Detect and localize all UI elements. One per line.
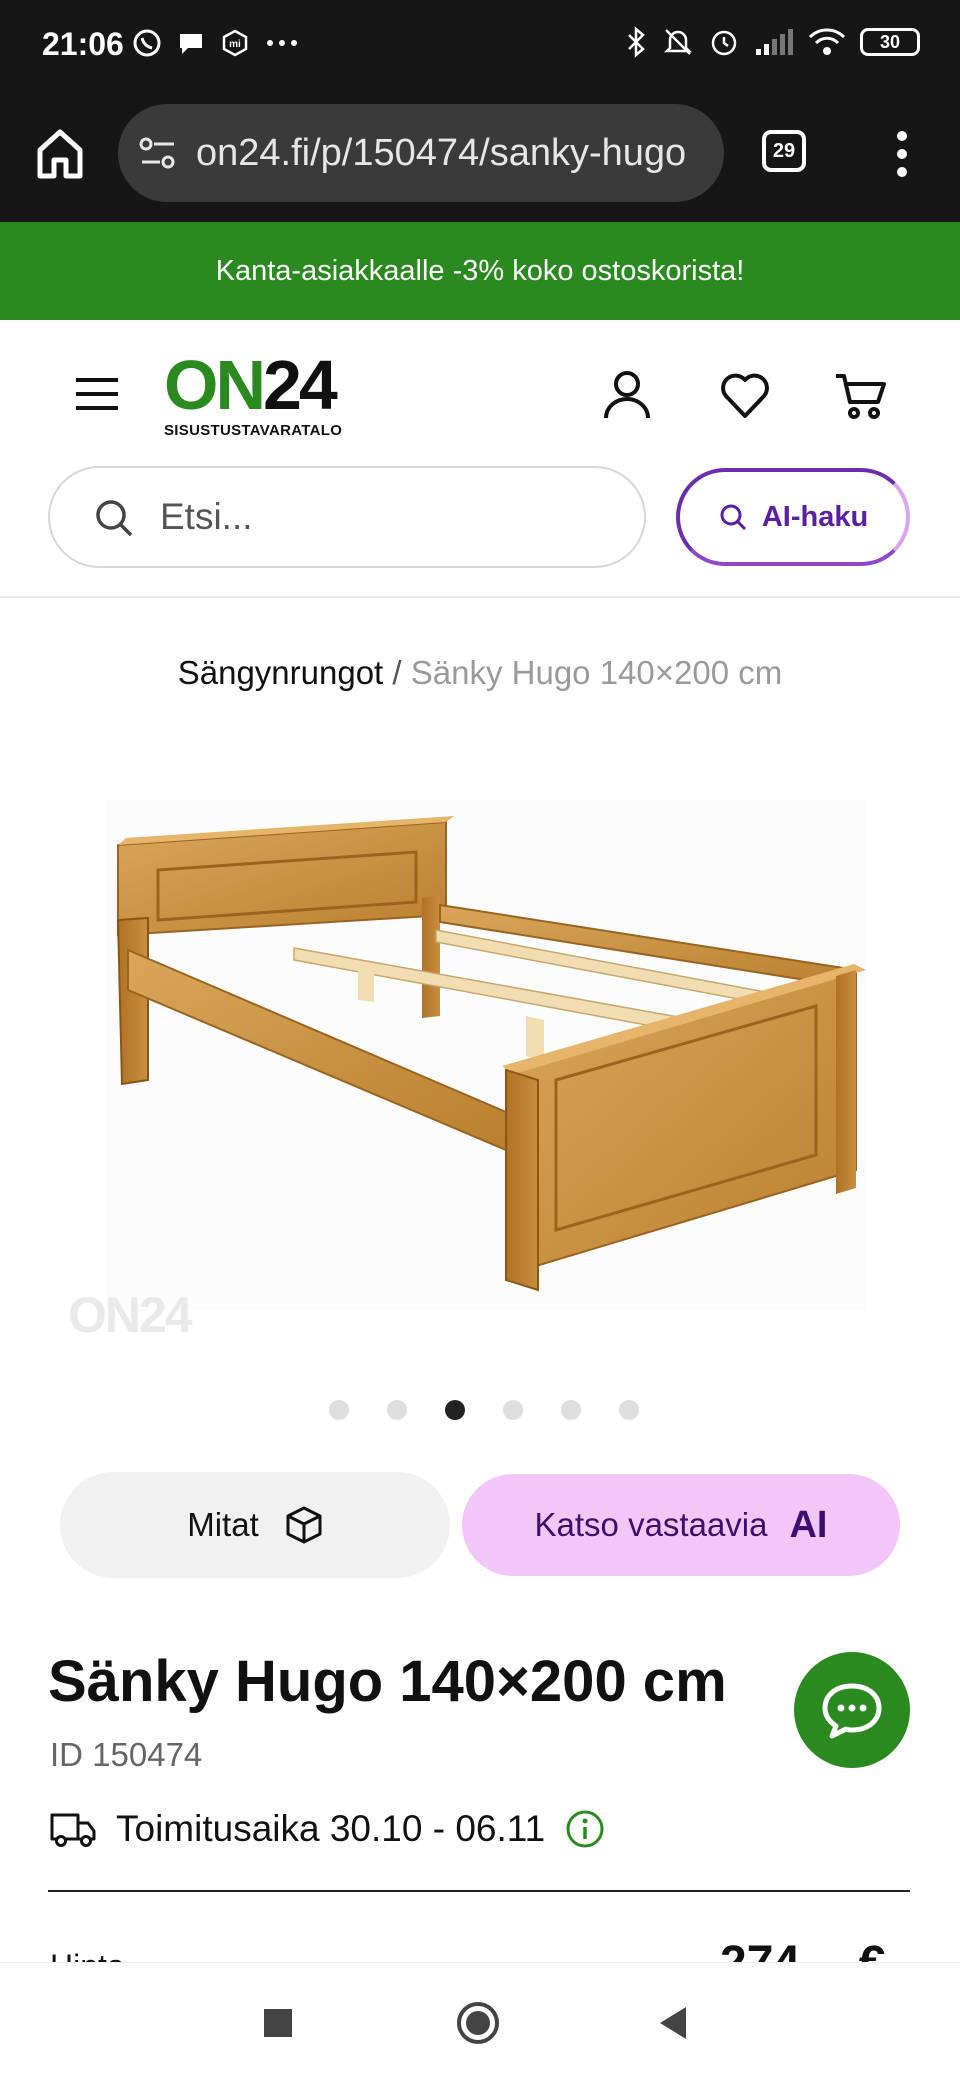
browser-toolbar: on24.fi/p/150474/sanky-hugo 29 (0, 90, 960, 222)
battery-level: 30 (879, 31, 901, 52)
search-box[interactable] (48, 466, 646, 568)
info-divider (48, 1890, 910, 1892)
delivery-info: Toimitusaika 30.10 - 06.11 (50, 1808, 605, 1850)
delivery-truck-icon (50, 1813, 96, 1847)
product-title: Sänky Hugo 140×200 cm (48, 1649, 727, 1714)
gallery-dot[interactable] (619, 1400, 639, 1420)
heart-icon[interactable] (718, 368, 772, 422)
status-time: 21:06 (42, 26, 124, 62)
cart-icon[interactable] (834, 368, 888, 422)
logo-24: 24 (263, 346, 338, 424)
user-icon[interactable] (600, 368, 654, 422)
wifi-icon (808, 28, 846, 55)
gallery-dot[interactable] (387, 1400, 407, 1420)
status-right-icons: 30 (624, 26, 920, 58)
chat-icon (822, 1683, 882, 1739)
back-icon[interactable] (652, 2001, 696, 2045)
gallery-dot[interactable] (503, 1400, 523, 1420)
bluetooth-icon (628, 26, 645, 58)
alarm-icon (711, 30, 737, 56)
site-logo[interactable]: ON24 SISUSTUSTAVARATALO (164, 350, 342, 439)
ai-search-button[interactable]: AI-haku (676, 468, 910, 566)
chat-button[interactable] (794, 1652, 910, 1768)
browser-menu-icon[interactable] (882, 126, 922, 182)
site-header: ON24 SISUSTUSTAVARATALO (0, 320, 960, 460)
status-bar: 21:06 mi 30 (0, 0, 960, 90)
battery-icon: 30 (860, 28, 920, 56)
logo-subtitle: SISUSTUSTAVARATALO (164, 422, 343, 439)
product-image[interactable] (66, 770, 894, 1350)
address-bar[interactable]: on24.fi/p/150474/sanky-hugo (118, 104, 724, 202)
whatsapp-icon (133, 29, 161, 57)
tab-count: 29 (772, 139, 796, 162)
gallery-pagination (0, 1400, 960, 1420)
delivery-text: Toimitusaika 30.10 - 06.11 (116, 1808, 546, 1849)
more-dots-icon (267, 40, 297, 46)
logo-on: ON (164, 346, 266, 424)
find-similar-label: Katso vastaavia (534, 1506, 768, 1543)
mi-icon: mi (222, 29, 248, 57)
gallery-dot-active[interactable] (445, 1400, 465, 1420)
price-value: 274,-- € (720, 1940, 885, 1964)
search-icon (96, 500, 133, 537)
breadcrumb-current: Sänky Hugo 140×200 cm (410, 654, 783, 691)
site-settings-icon[interactable] (138, 134, 178, 172)
header-divider (0, 596, 960, 598)
url-text[interactable]: on24.fi/p/150474/sanky-hugo (196, 132, 706, 175)
image-watermark: ON24 (68, 1287, 193, 1343)
breadcrumb-parent[interactable]: Sängynrungot (178, 654, 384, 691)
search-input[interactable] (160, 492, 600, 542)
dimensions-label: Mitat (187, 1506, 259, 1543)
breadcrumb-separator: / (392, 654, 402, 691)
find-similar-button[interactable]: Katso vastaavia AI (462, 1474, 900, 1576)
promo-text: Kanta-asiakkaalle -3% koko ostoskorista! (215, 254, 745, 287)
tab-switcher-button[interactable]: 29 (762, 130, 806, 172)
ai-search-label: AI-haku (761, 500, 869, 533)
home-icon[interactable] (34, 126, 86, 182)
svg-text:mi: mi (229, 39, 241, 50)
recents-icon[interactable] (256, 2001, 300, 2045)
system-nav-bar (0, 1962, 960, 2080)
promo-banner[interactable]: Kanta-asiakkaalle -3% koko ostoskorista! (0, 222, 960, 320)
menu-icon[interactable] (74, 376, 120, 412)
chat-bubble-icon (180, 34, 202, 54)
search-icon (720, 504, 746, 531)
info-icon[interactable] (565, 1809, 605, 1849)
dimensions-button[interactable]: Mitat (60, 1472, 450, 1578)
cube-icon (286, 1506, 322, 1544)
signal-icon (756, 29, 793, 55)
home-nav-icon[interactable] (456, 2001, 500, 2045)
gallery-dot[interactable] (561, 1400, 581, 1420)
gallery-dot[interactable] (329, 1400, 349, 1420)
bell-off-icon (663, 29, 693, 55)
status-left-icons: mi (132, 28, 300, 58)
ai-mark: AI (789, 1503, 828, 1546)
product-id: ID 150474 (50, 1736, 203, 1773)
breadcrumb: Sängynrungot / Sänky Hugo 140×200 cm (0, 654, 960, 692)
